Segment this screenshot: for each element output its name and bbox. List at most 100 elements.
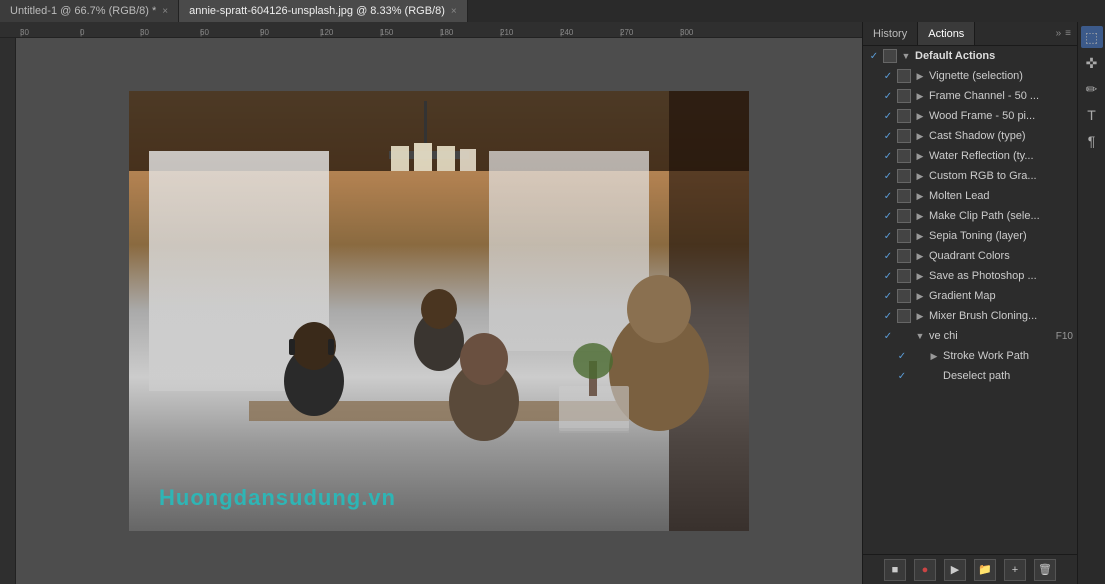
tool-text[interactable]: T bbox=[1081, 104, 1103, 126]
tool-brush[interactable]: ✏ bbox=[1081, 78, 1103, 100]
canvas-section: 30 0 30 60 90 120 150 180 210 240 270 30… bbox=[0, 22, 862, 584]
ruler-left-mark-1 bbox=[0, 98, 15, 138]
wood-frame-arrow: ▶ bbox=[913, 111, 927, 122]
quadrant-colors-label: Quadrant Colors bbox=[929, 250, 1073, 262]
tool-select[interactable]: ⬚ bbox=[1081, 26, 1103, 48]
action-gradient-map[interactable]: ✓ ▶ Gradient Map bbox=[863, 286, 1077, 306]
mixer-brush-icon bbox=[897, 309, 911, 323]
action-molten-lead[interactable]: ✓ ▶ Molten Lead bbox=[863, 186, 1077, 206]
ruler-left-mark-3 bbox=[0, 178, 15, 218]
action-ve-chi[interactable]: ✓ ▼ ve chi F10 bbox=[863, 326, 1077, 346]
canvas-area: Huongdansudung.vn bbox=[16, 38, 862, 584]
ruler-left-mark-4 bbox=[0, 218, 15, 258]
action-wood-frame[interactable]: ✓ ▶ Wood Frame - 50 pi... bbox=[863, 106, 1077, 126]
select-icon: ⬚ bbox=[1085, 29, 1098, 46]
tab-actions[interactable]: Actions bbox=[918, 22, 975, 45]
brush-icon: ✏ bbox=[1086, 81, 1098, 98]
ruler-mark-8: 210 bbox=[500, 28, 560, 37]
cast-shadow-icon bbox=[897, 129, 911, 143]
folder-icon: 📁 bbox=[978, 563, 992, 576]
tab-history[interactable]: History bbox=[863, 22, 918, 45]
frame-channel-label: Frame Channel - 50 ... bbox=[929, 90, 1073, 102]
canvas-image: Huongdansudung.vn bbox=[129, 91, 749, 531]
molten-lead-arrow: ▶ bbox=[913, 191, 927, 202]
folder-button[interactable]: 📁 bbox=[974, 559, 996, 581]
record-button[interactable]: ● bbox=[914, 559, 936, 581]
default-actions-label: Default Actions bbox=[915, 50, 1073, 62]
gradient-map-icon bbox=[897, 289, 911, 303]
action-mixer-brush[interactable]: ✓ ▶ Mixer Brush Cloning... bbox=[863, 306, 1077, 326]
ve-chi-label: ve chi bbox=[929, 330, 1050, 342]
canvas-with-ruler: Huongdansudung.vn bbox=[0, 38, 862, 584]
right-panel: History Actions » ≡ ✓ ▼ Default Actions … bbox=[862, 22, 1077, 584]
action-stroke-work-path[interactable]: ✓ ▶ Stroke Work Path bbox=[863, 346, 1077, 366]
watermark-part1: Huongdan bbox=[159, 485, 276, 510]
action-quadrant-colors[interactable]: ✓ ▶ Quadrant Colors bbox=[863, 246, 1077, 266]
make-clip-path-arrow: ▶ bbox=[913, 211, 927, 222]
action-make-clip-path[interactable]: ✓ ▶ Make Clip Path (sele... bbox=[863, 206, 1077, 226]
action-custom-rgb[interactable]: ✓ ▶ Custom RGB to Gra... bbox=[863, 166, 1077, 186]
ruler-mark-3: 60 bbox=[200, 28, 260, 37]
tab-untitled[interactable]: Untitled-1 @ 66.7% (RGB/8) * × bbox=[0, 0, 179, 22]
stroke-arrow: ▶ bbox=[927, 351, 941, 362]
ruler-mark-11: 300 bbox=[680, 28, 740, 37]
tab-annie-close[interactable]: × bbox=[451, 6, 457, 17]
right-toolbox: ⬚ ✜ ✏ T ¶ bbox=[1077, 22, 1105, 584]
frame-channel-icon bbox=[897, 89, 911, 103]
default-actions-check: ✓ bbox=[867, 51, 881, 62]
ruler-mark-0: 30 bbox=[20, 28, 80, 37]
record-icon: ● bbox=[922, 564, 929, 576]
panel-tabs: History Actions » ≡ bbox=[863, 22, 1077, 46]
custom-rgb-icon bbox=[897, 169, 911, 183]
cast-shadow-check: ✓ bbox=[881, 131, 895, 142]
ruler-mark-5: 120 bbox=[320, 28, 380, 37]
sepia-toning-check: ✓ bbox=[881, 231, 895, 242]
stop-button[interactable]: ■ bbox=[884, 559, 906, 581]
vignette-arrow: ▶ bbox=[913, 71, 927, 82]
ve-chi-arrow: ▼ bbox=[913, 331, 927, 341]
trash-icon: 🗑 bbox=[1038, 563, 1052, 576]
tool-paragraph[interactable]: ¶ bbox=[1081, 130, 1103, 152]
main-area: 30 0 30 60 90 120 150 180 210 240 270 30… bbox=[0, 22, 1105, 584]
save-photoshop-arrow: ▶ bbox=[913, 271, 927, 282]
molten-lead-icon bbox=[897, 189, 911, 203]
action-vignette[interactable]: ✓ ▶ Vignette (selection) bbox=[863, 66, 1077, 86]
text-icon: T bbox=[1087, 107, 1096, 123]
tab-untitled-label: Untitled-1 @ 66.7% (RGB/8) * bbox=[10, 5, 156, 17]
sepia-toning-icon bbox=[897, 229, 911, 243]
mixer-brush-arrow: ▶ bbox=[913, 311, 927, 322]
default-actions-group[interactable]: ✓ ▼ Default Actions bbox=[863, 46, 1077, 66]
tool-move[interactable]: ✜ bbox=[1081, 52, 1103, 74]
cast-shadow-label: Cast Shadow (type) bbox=[929, 130, 1073, 142]
actions-list[interactable]: ✓ ▼ Default Actions ✓ ▶ Vignette (select… bbox=[863, 46, 1077, 554]
wood-frame-icon bbox=[897, 109, 911, 123]
action-deselect-path[interactable]: ✓ Deselect path bbox=[863, 366, 1077, 386]
gradient-map-label: Gradient Map bbox=[929, 290, 1073, 302]
menu-icon[interactable]: ≡ bbox=[1065, 28, 1071, 39]
stroke-work-path-label: Stroke Work Path bbox=[943, 350, 1073, 362]
tab-annie[interactable]: annie-spratt-604126-unsplash.jpg @ 8.33%… bbox=[179, 0, 468, 22]
make-clip-path-label: Make Clip Path (sele... bbox=[929, 210, 1073, 222]
new-action-button[interactable]: + bbox=[1004, 559, 1026, 581]
action-cast-shadow[interactable]: ✓ ▶ Cast Shadow (type) bbox=[863, 126, 1077, 146]
water-reflection-check: ✓ bbox=[881, 151, 895, 162]
expand-icon[interactable]: » bbox=[1056, 28, 1062, 39]
action-save-photoshop[interactable]: ✓ ▶ Save as Photoshop ... bbox=[863, 266, 1077, 286]
watermark-part2: sudung bbox=[276, 485, 361, 510]
delete-action-button[interactable]: 🗑 bbox=[1034, 559, 1056, 581]
action-frame-channel[interactable]: ✓ ▶ Frame Channel - 50 ... bbox=[863, 86, 1077, 106]
ruler-mark-6: 150 bbox=[380, 28, 440, 37]
cast-shadow-arrow: ▶ bbox=[913, 131, 927, 142]
ruler-mark-9: 240 bbox=[560, 28, 620, 37]
sepia-toning-label: Sepia Toning (layer) bbox=[929, 230, 1073, 242]
action-sepia-toning[interactable]: ✓ ▶ Sepia Toning (layer) bbox=[863, 226, 1077, 246]
tab-history-label: History bbox=[873, 28, 907, 40]
tab-untitled-close[interactable]: × bbox=[162, 6, 168, 17]
play-button[interactable]: ▶ bbox=[944, 559, 966, 581]
save-photoshop-label: Save as Photoshop ... bbox=[929, 270, 1073, 282]
ruler-mark-7: 180 bbox=[440, 28, 500, 37]
move-icon: ✜ bbox=[1086, 55, 1098, 72]
frame-channel-arrow: ▶ bbox=[913, 91, 927, 102]
wood-frame-check: ✓ bbox=[881, 111, 895, 122]
action-water-reflection[interactable]: ✓ ▶ Water Reflection (ty... bbox=[863, 146, 1077, 166]
